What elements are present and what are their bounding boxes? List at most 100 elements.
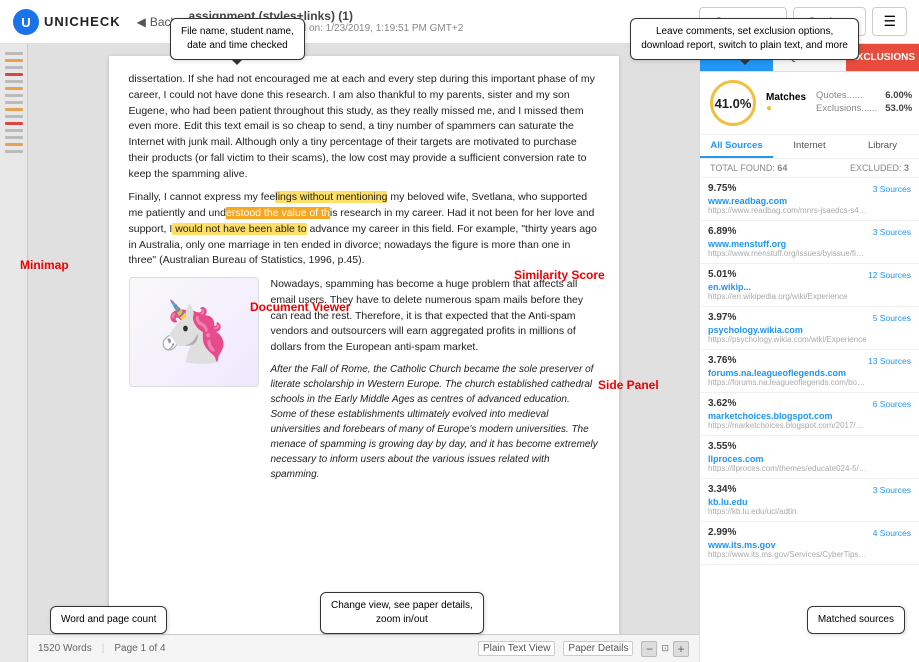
found-info: TOTAL FOUND: 64 EXCLUDED: 3 <box>700 159 919 178</box>
doc-paragraph-3-main: Nowadays, spamming has become a huge pro… <box>271 277 599 356</box>
doc-paragraph-3-italic: After the Fall of Rome, the Catholic Chu… <box>271 362 599 482</box>
source-url: https://marketchoices.blogspot.com/2017/… <box>708 421 868 430</box>
source-count: 5 Sources <box>873 313 911 323</box>
source-percentage: 3.62% <box>708 398 738 409</box>
panel-tabs: MATCHES QUOTES EXCLUSIONS <box>700 44 919 72</box>
file-info: assignment (styles+links) (1) Melanie Le… <box>189 9 700 34</box>
side-panel: MATCHES QUOTES EXCLUSIONS 41.0% Matches … <box>699 44 919 662</box>
source-domain: en.wikip... <box>708 282 911 292</box>
source-tab-all[interactable]: All Sources <box>700 135 773 158</box>
minimap-line <box>5 59 23 62</box>
minimap-line <box>5 80 23 83</box>
similarity-score-circle: 41.0% <box>710 80 756 126</box>
header-buttons: Comments Settings ☰ <box>699 7 907 36</box>
file-name: assignment (styles+links) (1) <box>189 9 700 23</box>
source-url: https://psychology.wikia.com/wiki/Experi… <box>708 335 868 344</box>
source-tab-library[interactable]: Library <box>846 135 919 158</box>
exclusions-value: 53.0% <box>885 103 912 114</box>
source-percentage: 6.89% <box>708 226 738 237</box>
source-domain: www.its.ms.gov <box>708 540 911 550</box>
source-list-item[interactable]: 2.99% 4 Sources www.its.ms.gov https://w… <box>700 522 919 565</box>
minimap-line <box>5 108 23 111</box>
minimap-line <box>5 87 23 90</box>
matches-dot: ● <box>766 103 772 114</box>
tab-exclusions[interactable]: EXCLUSIONS <box>846 44 919 71</box>
source-percentage: 3.76% <box>708 355 738 366</box>
source-list-item[interactable]: 3.62% 6 Sources marketchoices.blogspot.c… <box>700 393 919 436</box>
highlighted-text: lings without mentioning <box>275 191 387 203</box>
header: U UNICHECK ◀ Back assignment (styles+lin… <box>0 0 919 44</box>
minimap-line <box>5 52 23 55</box>
source-percentage: 5.01% <box>708 269 738 280</box>
source-domain: www.readbag.com <box>708 196 911 206</box>
tab-quotes[interactable]: QUOTES <box>773 44 846 71</box>
minimap-line <box>5 94 23 97</box>
source-count: 3 Sources <box>873 485 911 495</box>
source-url: https://llproces.com/themes/educate024-5… <box>708 464 868 473</box>
source-count: 6 Sources <box>873 399 911 409</box>
highlighted-text-2: erstood the value of th <box>226 207 330 219</box>
document-area: dissertation. If she had not encouraged … <box>28 44 699 662</box>
source-filter-tabs: All Sources Internet Library <box>700 135 919 159</box>
quotes-value: 6.00% <box>885 90 912 101</box>
excluded-count: EXCLUDED: 3 <box>850 163 909 173</box>
source-list-item[interactable]: 9.75% 3 Sources www.readbag.com https://… <box>700 178 919 221</box>
source-tab-internet[interactable]: Internet <box>773 135 846 158</box>
source-domain: marketchoices.blogspot.com <box>708 411 911 421</box>
source-count: 4 Sources <box>873 528 911 538</box>
source-url: https://www.menstuff.org/issues/byissue/… <box>708 249 868 258</box>
minimap-line <box>5 129 23 132</box>
minimap-line <box>5 150 23 153</box>
minimap-line <box>5 115 23 118</box>
doc-paragraph-3: Nowadays, spamming has become a huge pro… <box>271 277 599 482</box>
document-footer: 1520 Words | Page 1 of 4 Plain Text View… <box>28 634 699 662</box>
comments-button[interactable]: Comments <box>699 7 787 36</box>
source-list-item[interactable]: 3.55% llproces.com https://llproces.com/… <box>700 436 919 479</box>
source-percentage: 2.99% <box>708 527 738 538</box>
doc-paragraph-1: dissertation. If she had not encouraged … <box>129 72 599 182</box>
source-url: https://forums.na.leagueoflegends.com/bo… <box>708 378 868 387</box>
doc-image-section: 🦄 Nowadays, spamming has become a huge p… <box>129 277 599 482</box>
source-url: https://www.its.ms.gov/Services/CyberTip… <box>708 550 868 559</box>
quotes-row: Quotes...... 6.00% <box>816 90 912 101</box>
svg-text:U: U <box>21 15 30 30</box>
source-count: 3 Sources <box>873 184 911 194</box>
exclusions-label: Exclusions...... <box>816 103 877 114</box>
logo: U UNICHECK <box>12 8 121 36</box>
logo-icon: U <box>12 8 40 36</box>
tab-matches[interactable]: MATCHES <box>700 44 773 71</box>
source-list-item[interactable]: 6.89% 3 Sources www.menstuff.org https:/… <box>700 221 919 264</box>
back-button[interactable]: ◀ Back <box>137 15 177 29</box>
doc-paragraph-2: Finally, I cannot express my feelings wi… <box>129 190 599 269</box>
zoom-out-button[interactable]: − <box>641 641 657 657</box>
source-url: https://www.readbag.com/mnrs-jsaedcs-s46… <box>708 206 868 215</box>
source-url: https://en.wikipedia.org/wiki/Experience <box>708 292 868 301</box>
zoom-in-button[interactable]: + <box>673 641 689 657</box>
menu-button[interactable]: ☰ <box>872 7 907 36</box>
source-count: 3 Sources <box>873 227 911 237</box>
settings-button[interactable]: Settings <box>793 7 866 36</box>
total-found: TOTAL FOUND: 64 <box>710 163 787 173</box>
source-domain: www.menstuff.org <box>708 239 911 249</box>
source-list-item[interactable]: 3.34% 3 Sources kb.lu.edu https://kb.lu.… <box>700 479 919 522</box>
plain-text-view-button[interactable]: Plain Text View <box>478 641 555 656</box>
footer-buttons: Plain Text View Paper Details − ⊡ + <box>478 641 689 657</box>
source-list-item[interactable]: 3.76% 13 Sources forums.na.leagueoflegen… <box>700 350 919 393</box>
main-area: dissertation. If she had not encouraged … <box>0 44 919 662</box>
quotes-label: Quotes...... <box>816 90 862 101</box>
minimap-line <box>5 136 23 139</box>
minimap-line <box>5 122 23 125</box>
source-domain: llproces.com <box>708 454 911 464</box>
file-meta: Melanie Level 1 | Checked on: 1/23/2019,… <box>189 23 700 34</box>
unicorn-image: 🦄 <box>129 277 259 387</box>
source-domain: forums.na.leagueoflegends.com <box>708 368 911 378</box>
source-list-item[interactable]: 5.01% 12 Sources en.wikip... https://en.… <box>700 264 919 307</box>
zoom-level: ⊡ <box>661 643 669 654</box>
back-arrow-icon: ◀ <box>137 15 146 29</box>
source-list-item[interactable]: 3.97% 5 Sources psychology.wikia.com htt… <box>700 307 919 350</box>
minimap <box>0 44 28 662</box>
document-scroll: dissertation. If she had not encouraged … <box>28 44 699 634</box>
paper-details-button[interactable]: Paper Details <box>563 641 633 656</box>
source-url: https://kb.lu.edu/uci/adtin <box>708 507 868 516</box>
exclusions-row: Exclusions...... 53.0% <box>816 103 912 114</box>
